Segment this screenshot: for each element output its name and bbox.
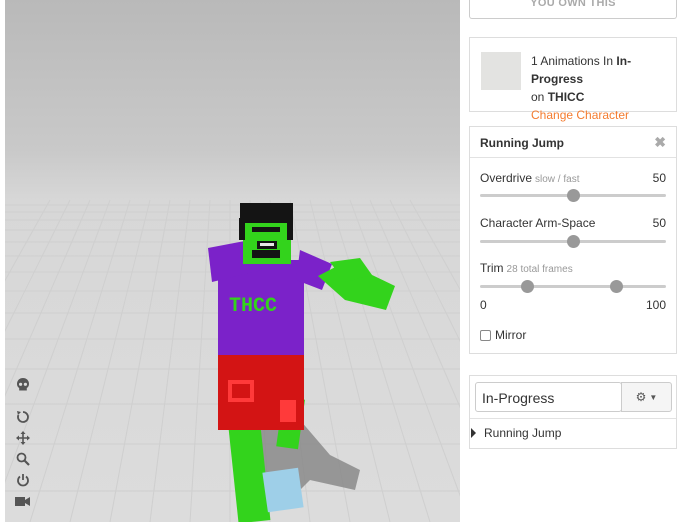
you-own-this-button[interactable]: YOU OWN THIS	[469, 0, 677, 19]
overdrive-value: 50	[652, 171, 666, 185]
mirror-checkbox[interactable]	[480, 329, 491, 341]
arm-space-slider-handle[interactable]	[567, 235, 580, 248]
trim-min: 0	[480, 298, 487, 312]
overdrive-slider-handle[interactable]	[567, 189, 580, 202]
caret-down-icon: ▼	[649, 392, 658, 402]
mirror-toggle[interactable]: Mirror	[480, 328, 526, 342]
trim-slider[interactable]	[480, 280, 666, 293]
reset-icon[interactable]	[13, 409, 33, 425]
trim-hint: 28 total frames	[506, 264, 573, 275]
animation-pack-panel: 1 Animations In In-Progress on THICC Cha…	[469, 37, 677, 122]
arm-space-label: Character Arm-Space	[480, 216, 596, 230]
camera-icon[interactable]	[13, 493, 33, 509]
animation-title: Running Jump	[480, 136, 564, 150]
character-name: THICC	[547, 90, 585, 104]
arm-space-value: 50	[652, 216, 666, 230]
overdrive-hint: slow / fast	[535, 174, 580, 185]
anim-count: 1 Animations In	[531, 54, 614, 68]
animation-pack-summary: 1 Animations In In-Progress on THICC Cha…	[531, 52, 676, 124]
animation-properties-panel: Running Jump ✖ Overdrive slow / fast 50 C…	[469, 126, 677, 354]
trim-end-handle[interactable]	[609, 280, 623, 293]
trim-start-handle[interactable]	[520, 280, 534, 293]
overdrive-label: Overdrive slow / fast	[480, 171, 580, 185]
gear-icon: ⚙	[635, 390, 647, 404]
gear-dropdown-button[interactable]: ⚙ ▼	[621, 382, 672, 412]
move-icon[interactable]	[13, 430, 33, 446]
pack-select[interactable]: In-Progress	[475, 382, 622, 412]
mirror-label: Mirror	[495, 328, 527, 342]
floor-grid: THCC	[0, 199, 460, 522]
properties-header: Running Jump ✖	[470, 127, 676, 158]
3d-viewport[interactable]: THCC	[0, 0, 460, 522]
power-icon[interactable]	[13, 472, 33, 488]
close-icon[interactable]: ✖	[654, 134, 666, 151]
arm-space-slider[interactable]	[480, 235, 666, 248]
svg-text:THCC: THCC	[229, 295, 277, 318]
queue-item-label: Running Jump	[484, 426, 562, 440]
trim-max: 100	[645, 298, 666, 312]
queue-item-running-jump[interactable]: Running Jump	[470, 426, 561, 440]
animation-queue-panel: In-Progress ⚙ ▼ Running Jump	[469, 375, 677, 449]
sidebar: YOU OWN THIS 1 Animations In In-Progress…	[460, 0, 684, 522]
overdrive-slider[interactable]	[480, 189, 666, 202]
character-thumbnail	[481, 52, 521, 90]
trim-label: Trim 28 total frames	[480, 261, 573, 275]
on-word: on	[531, 90, 545, 104]
zoom-icon[interactable]	[13, 451, 33, 467]
skull-icon[interactable]	[13, 377, 33, 393]
expand-triangle-icon[interactable]	[471, 428, 476, 438]
change-character-link[interactable]: Change Character	[531, 108, 629, 122]
